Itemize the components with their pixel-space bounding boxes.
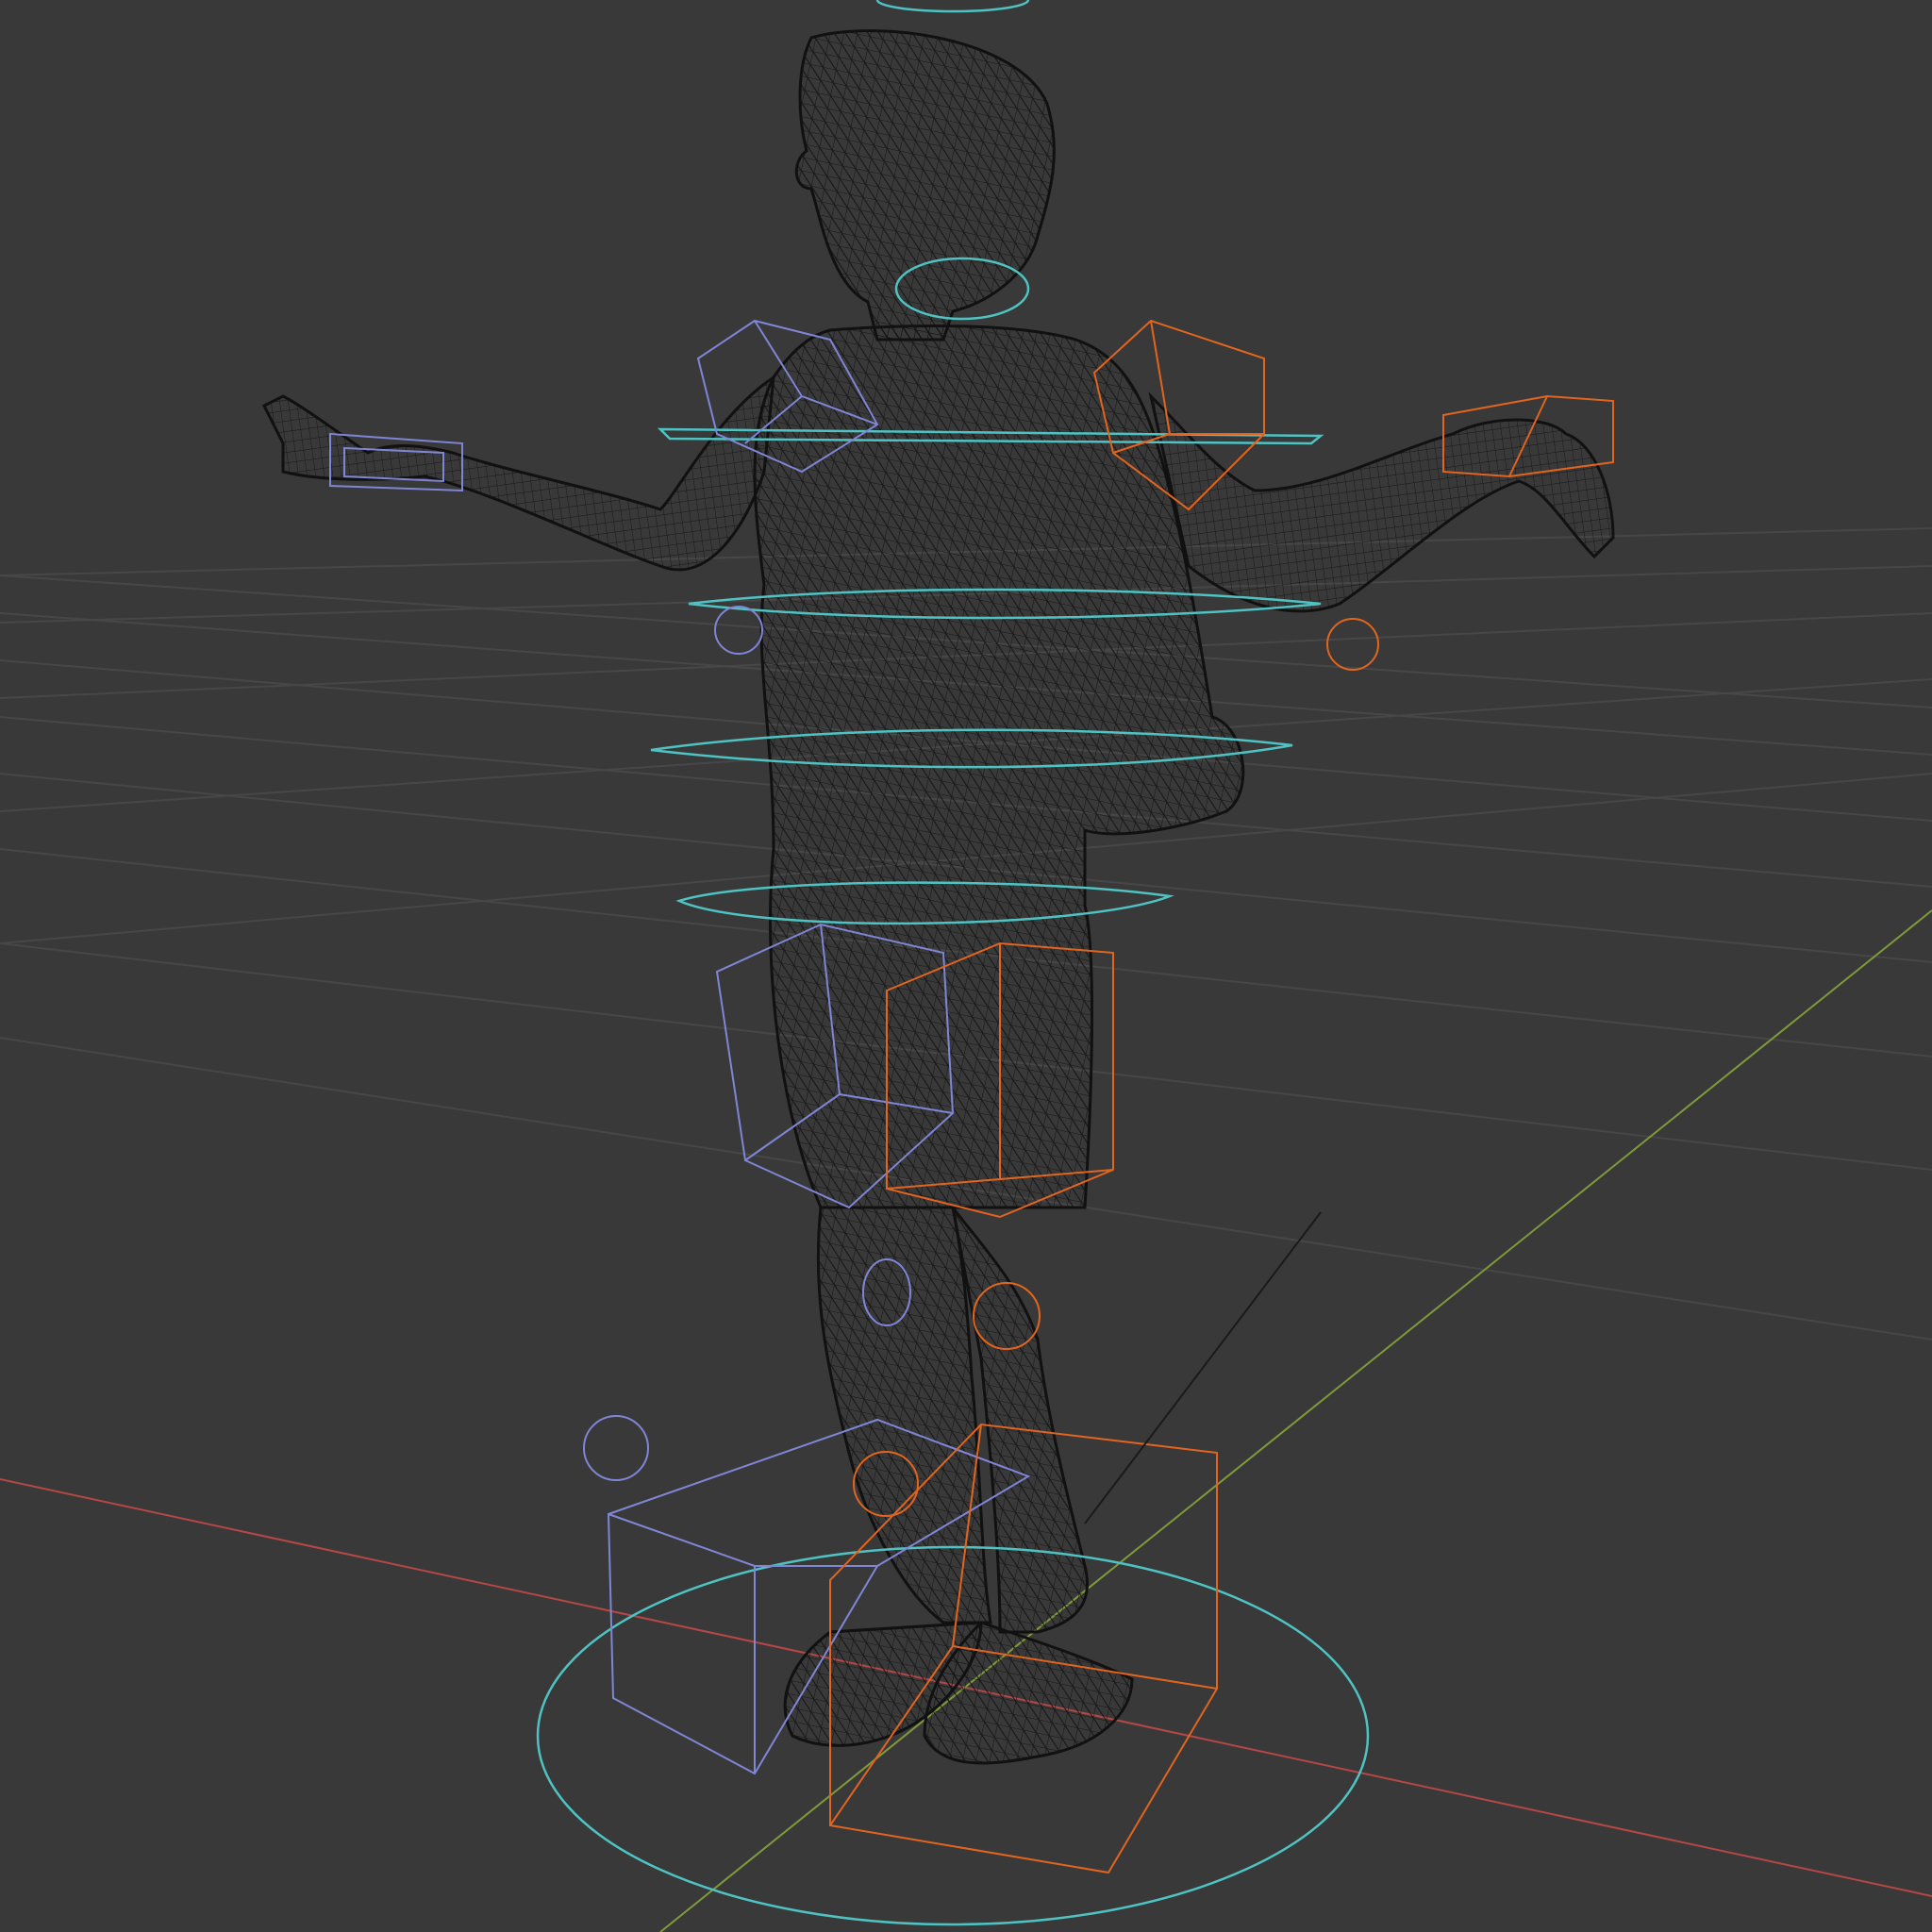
left-elbow-pole-control[interactable]: [714, 606, 763, 655]
character-mesh[interactable]: [261, 29, 1615, 1765]
left-ankle-rotation-control[interactable]: [583, 1415, 649, 1481]
rig-bone-line: [1084, 1211, 1322, 1524]
head-control[interactable]: [875, 0, 1030, 13]
right-elbow-pole-control[interactable]: [1326, 618, 1379, 671]
viewport-scene[interactable]: [0, 0, 1932, 1932]
3d-viewport[interactable]: [0, 0, 1932, 1932]
